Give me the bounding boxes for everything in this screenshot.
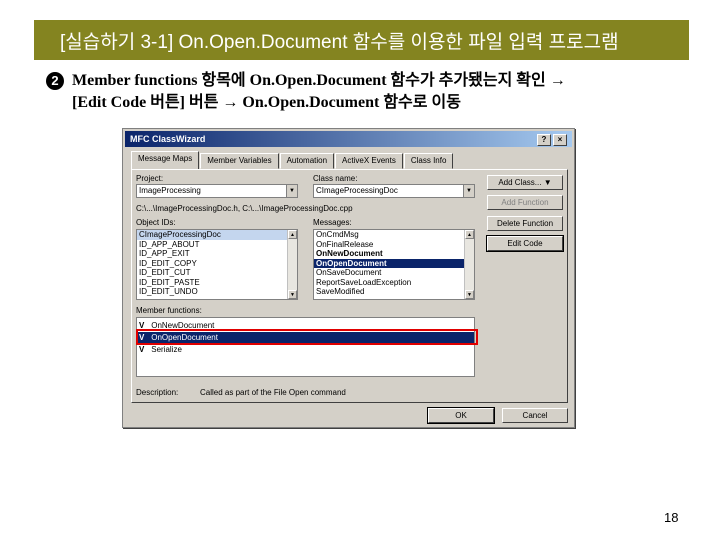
scroll-down-icon[interactable]: ▼	[465, 290, 474, 299]
messages-list[interactable]: OnCmdMsg OnFinalRelease OnNewDocument On…	[313, 229, 475, 300]
step-number-badge: 2	[46, 72, 64, 90]
scroll-up-icon[interactable]: ▲	[288, 230, 297, 239]
list-item[interactable]: CImageProcessingDoc	[137, 230, 297, 240]
page-number: 18	[664, 510, 679, 525]
member-functions-list[interactable]: V OnNewDocument V OnOpenDocument V Seria…	[136, 317, 475, 377]
list-item[interactable]: ID_EDIT_PASTE	[137, 278, 297, 288]
chevron-down-icon[interactable]: ▼	[463, 185, 474, 197]
messages-label: Messages:	[313, 218, 352, 227]
list-item[interactable]: ID_APP_ABOUT	[137, 240, 297, 250]
list-item[interactable]: ReportSaveLoadException	[314, 278, 474, 288]
function-name: Serialize	[151, 345, 182, 354]
classname-label: Class name:	[313, 174, 358, 183]
classname-value: CImageProcessingDoc	[316, 186, 398, 195]
close-icon[interactable]: ×	[553, 134, 567, 146]
list-item[interactable]: OnNewDocument	[314, 249, 474, 259]
list-item[interactable]: OnCmdMsg	[314, 230, 474, 240]
scrollbar[interactable]: ▲ ▼	[464, 230, 474, 299]
dialog-title: MFC ClassWizard	[130, 134, 206, 144]
tab-automation[interactable]: Automation	[279, 153, 335, 169]
delete-function-button[interactable]: Delete Function	[487, 216, 563, 231]
object-ids-list[interactable]: CImageProcessingDoc ID_APP_ABOUT ID_APP_…	[136, 229, 298, 300]
member-function-row[interactable]: V Serialize	[137, 344, 474, 356]
tab-class-info[interactable]: Class Info	[403, 153, 454, 169]
project-label: Project:	[136, 174, 164, 183]
step-text-line1: Member functions 항목에 On.Open.Document 함수…	[72, 72, 566, 89]
object-ids-label: Object IDs:	[136, 218, 176, 227]
step-text-line2: [Edit Code 버튼] 버튼 → On.Open.Document 함수로…	[72, 94, 461, 111]
list-item[interactable]: ID_EDIT_UNDO	[137, 287, 297, 297]
tab-strip: Message Maps Member Variables Automation…	[131, 151, 454, 169]
member-functions-label: Member functions:	[136, 306, 202, 315]
virtual-mark: V	[139, 345, 145, 354]
scroll-down-icon[interactable]: ▼	[288, 290, 297, 299]
list-item[interactable]: OnSaveDocument	[314, 268, 474, 278]
tab-member-variables[interactable]: Member Variables	[200, 153, 279, 169]
cancel-button[interactable]: Cancel	[502, 408, 568, 423]
list-item[interactable]: ID_APP_EXIT	[137, 249, 297, 259]
file-path: C:\...\ImageProcessingDoc.h, C:\...\Imag…	[136, 204, 353, 213]
description-value: Called as part of the File Open command	[200, 388, 346, 397]
message-maps-panel: Project: ImageProcessing ▼ Class name: C…	[131, 169, 568, 403]
classwizard-dialog: MFC ClassWizard ? × Message Maps Member …	[122, 128, 575, 428]
ok-button[interactable]: OK	[427, 407, 495, 424]
chevron-down-icon[interactable]: ▼	[286, 185, 297, 197]
list-item[interactable]: ID_EDIT_COPY	[137, 259, 297, 269]
tab-message-maps[interactable]: Message Maps	[131, 151, 200, 169]
add-class-label: Add Class...	[498, 178, 542, 187]
list-item[interactable]: OnFinalRelease	[314, 240, 474, 250]
help-icon[interactable]: ?	[537, 134, 551, 146]
slide-title-banner: [실습하기 3-1] On.Open.Document 함수를 이용한 파일 입…	[34, 20, 689, 60]
step-instruction: 2 Member functions 항목에 On.Open.Document …	[46, 70, 706, 114]
add-function-button[interactable]: Add Function	[487, 195, 563, 210]
scrollbar[interactable]: ▲ ▼	[287, 230, 297, 299]
highlight-box	[136, 329, 478, 345]
list-item[interactable]: ID_EDIT_CUT	[137, 268, 297, 278]
scroll-up-icon[interactable]: ▲	[465, 230, 474, 239]
dialog-titlebar: MFC ClassWizard ? ×	[125, 131, 572, 147]
project-select[interactable]: ImageProcessing ▼	[136, 184, 298, 198]
project-value: ImageProcessing	[139, 186, 201, 195]
edit-code-button[interactable]: Edit Code	[486, 235, 564, 252]
list-item[interactable]: SaveModified	[314, 287, 474, 297]
add-class-button[interactable]: Add Class... ▼	[487, 175, 563, 190]
description-label: Description:	[136, 388, 179, 397]
tab-activex-events[interactable]: ActiveX Events	[335, 153, 403, 169]
slide-title: [실습하기 3-1] On.Open.Document 함수를 이용한 파일 입…	[60, 31, 619, 53]
classname-select[interactable]: CImageProcessingDoc ▼	[313, 184, 475, 198]
list-item-selected[interactable]: OnOpenDocument	[314, 258, 474, 268]
chevron-down-icon: ▼	[543, 178, 552, 187]
